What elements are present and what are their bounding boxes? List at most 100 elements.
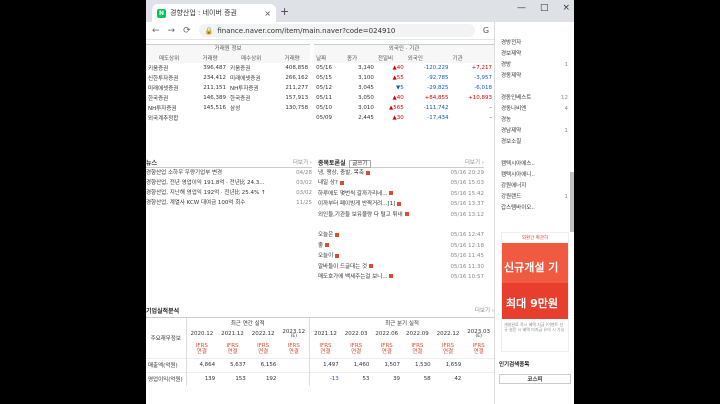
url-text: finance.naver.com/item/main.naver?code=0… [217,26,396,35]
news-section: 뉴스 더보기 › 경향산업 소하우 우량기업부 변경 04/28 경향산업, 전년 … [146,158,312,208]
news-title: 뉴스 [146,160,158,167]
ifrs-tag: IFRS 연결 [433,340,464,358]
sidebar-stock-item[interactable]: 경농 [501,115,568,126]
forward-arrow-icon[interactable]: → [168,26,176,36]
tab-bar: N 경향산업 : 네이버 증권 × + — □ × [146,0,574,22]
board-title: 종목토론실 [318,160,346,167]
investor-row: 05/15 3,100 ▲55 -92,785 -3,957 [314,73,494,83]
sidebar-stock-name: 강원에너지 [501,183,527,189]
annual-value: 153 [235,376,246,383]
new-tab-button[interactable]: + [280,5,289,18]
sidebar-scrollbar[interactable] [570,172,574,232]
tab-kospi[interactable]: 코스피 [499,374,571,384]
sidebar-stock-item[interactable]: 캠텍시아에니.. [501,170,568,181]
board-item[interactable]: 냉, 땡상, 충발, 목축 05/16 20:29 [318,168,484,178]
minimize-button[interactable]: — [517,3,526,13]
board-post-title-wrap: 내일 상? [318,178,344,188]
maximize-button[interactable]: □ [540,3,549,13]
sidebar-stock-item[interactable]: 경남제약 1 [501,126,568,137]
board-more-link[interactable]: 더보기 › [465,158,484,167]
banner-note: 개설완료 즉시 혜택 지급 /이벤트 신규 설문 시 혜택 미지급 유의 시 가… [504,322,565,332]
broker-sell-qty: 211,151 [203,85,227,91]
browser-window: N 경향산업 : 네이버 증권 × + — □ × ← → ⟳ 🔒 financ… [146,0,574,404]
investor-foreign: -29,825 [427,85,449,91]
board-item[interactable]: 좋 05/16 12:18 [318,241,484,251]
news-item[interactable]: 경향산업, 지난해 영업익 192억 · 전년比 25.4% ↑ 03/02 [146,188,312,198]
board-post-title: 오늘은 [318,232,334,239]
news-item[interactable]: 경향산업 소하우 우량기업부 변경 04/28 [146,168,312,178]
quarter-value: 1,507 [384,362,401,368]
sidebar-stock-item[interactable]: 경방 1 [501,60,568,71]
board-item[interactable]: 알바들이 드글대는 것 05/16 11:30 [318,262,484,272]
sidebar-stock-name: 캠텍시아에스.. [501,161,535,167]
quarter-header: 최근 분기 실적 [385,321,419,327]
news-item[interactable]: 경향산업, 전년 영업이익 191.8억 · 전년比 24.3... 03/02 [146,178,312,188]
close-window-button[interactable]: × [562,3,570,13]
sidebar-stock-name: 경보소칠 [501,139,522,145]
main-content: 거래원 정보 매도상위 거래량 매수상위 거래량 키움증권 396,487 키움증권… [146,40,494,404]
ifrs-tag: IFRS 연결 [248,340,279,358]
board-item[interactable]: 오늘은 05/16 12:47 [318,230,484,240]
popular-title: 인기검색종목 [499,362,530,368]
new-post-icon [397,201,402,206]
sidebar-stock-item[interactable]: 갑스템바이오.. [501,203,568,214]
ifrs-sub-label: 연결 [381,348,392,355]
google-icon[interactable]: G [483,26,489,36]
back-arrow-icon[interactable]: ← [152,26,160,36]
ifrs-tag: IFRS 연결 [463,340,494,358]
board-post-date: 05/16 11:30 [450,263,484,270]
sidebar-stock-item[interactable]: 경동제약 [501,71,568,82]
financial-row: 매출액(억원) 4,864 5,637 6,156 1,497 1,460 1,507 1,5… [146,358,494,372]
news-more-link[interactable]: 더보기 › [293,158,312,167]
financial-more-link[interactable]: 더보기 › [475,306,494,317]
period-label: 2022.03 [344,331,368,337]
quarter-period: 2022.12 [433,328,464,340]
quarter-period: 2022.09 [402,328,433,340]
sidebar-stock-item[interactable]: 경동나비엔 4 [501,104,568,115]
news-item[interactable]: 경향산업, 계열사 KCW 대여금 100억 회수 11/25 [146,198,312,208]
ifrs-tag: IFRS 연결 [341,340,372,358]
board-item[interactable]: 내일 상? 05/16 15:03 [318,178,484,188]
board-item[interactable]: 하루에도 몇번씩 갈까가리네... 05/16 15:42 [318,189,484,199]
sidebar-stock-item[interactable]: 경보소칠 [501,137,568,148]
col-inst: 기관 [452,56,463,62]
sidebar-stock-item[interactable]: 강원에너지 [501,181,568,192]
board-item[interactable]: 매도호가에 백세주는걸 보니... 05/16 10:57 [318,272,484,282]
address-bar[interactable]: 🔒 finance.naver.com/item/main.naver?code… [198,24,475,37]
investor-inst: -6,018 [474,85,492,91]
board-post-date: 05/16 13:12 [450,211,484,218]
board-item[interactable]: 오늘이 05/16 11:45 [318,251,484,261]
sidebar-stock-item[interactable]: 캠텍시아에스.. [501,159,568,170]
annual-value: 5,637 [230,362,246,368]
broker-row: 한국증권 146,389 한국증권 157,913 [146,93,310,103]
board-post-title: 오늘이 [318,253,334,260]
sidebar-stock-item[interactable]: 경동인베스트 12 [501,93,568,104]
annual-period: 2022.12 [248,328,279,340]
board-item[interactable]: 이까부터 페이빙게 반짝거려...[1] 05/16 13:37 [318,199,484,209]
tab-close-icon[interactable]: × [264,9,271,18]
banner-small-text: 외환간 확관하 [521,236,549,241]
board-item[interactable]: 외인들,기관들 보유물량 다 털고 튀네 05/16 13:12 [318,210,484,220]
sidebar-stock-name: 경보제약 [501,51,522,57]
investor-date: 05/10 [316,105,332,111]
broker-buy-qty: 157,913 [285,95,309,101]
broker-buy-qty: 211,277 [285,85,309,91]
new-post-icon [335,232,340,237]
browser-tab[interactable]: N 경향산업 : 네이버 증권 × [152,4,276,22]
ad-banner[interactable]: 외환간 확관하 신규개설 기 최대 9만원 개설완료 즉시 혜택 지급 /이벤트… [501,232,569,352]
board-post-date: 05/16 13:37 [450,201,484,208]
sidebar-stock-item[interactable]: 경방전자 [501,38,568,49]
board-post-title-wrap: 오늘은 [318,230,340,240]
board-post-title-wrap: 냉, 땡상, 충발, 목축 [318,168,370,178]
investor-foreign: -111,742 [423,105,449,111]
sidebar-stock-item[interactable]: 강원랜드 1 [501,192,568,203]
board-post-title: 좋 [318,242,324,249]
sidebar-stock-item[interactable]: 경보제약 [501,49,568,60]
reload-icon[interactable]: ⟳ [183,26,191,36]
banner-line1: 신규개설 기 [502,243,568,283]
trade-section: 거래원 정보 매도상위 거래량 매수상위 거래량 키움증권 396,487 키움증권… [146,44,494,123]
ifrs-sub-label: 연결 [320,348,331,355]
investor-row: 05/12 3,045 ▼5 -29,825 -6,018 [314,83,494,93]
write-post-button[interactable]: 글쓰기 [349,160,371,168]
broker-header: 거래원 정보 [146,44,311,53]
